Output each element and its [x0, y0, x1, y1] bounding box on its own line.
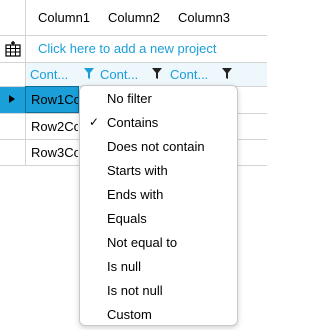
menu-item-label: Is not null — [107, 283, 163, 298]
menu-item-equals[interactable]: Equals — [80, 206, 237, 230]
column-header-3[interactable]: Column3 — [178, 10, 230, 25]
header-gutter — [0, 0, 26, 36]
row-indicator[interactable] — [0, 140, 26, 166]
column-header-2[interactable]: Column2 — [108, 10, 160, 25]
menu-item-contains[interactable]: ✓ Contains — [80, 110, 237, 134]
menu-item-not-equal-to[interactable]: Not equal to — [80, 230, 237, 254]
menu-item-is-null[interactable]: Is null — [80, 254, 237, 278]
filter-cell-3[interactable]: Cont... — [166, 63, 236, 86]
filter-cell-1-text: Cont... — [30, 67, 69, 82]
cell-text: Row2Col... — [31, 119, 78, 134]
table-add-icon — [5, 41, 21, 57]
funnel-icon[interactable] — [84, 68, 94, 80]
filter-row: Cont... Cont... Cont... — [26, 63, 267, 87]
row-indicator[interactable] — [0, 87, 26, 114]
menu-item-is-not-null[interactable]: Is not null — [80, 278, 237, 302]
filter-row-gutter — [0, 63, 26, 87]
new-row-gutter[interactable] — [0, 36, 26, 63]
row-indicator[interactable] — [0, 114, 26, 140]
column-header-1[interactable]: Column1 — [38, 10, 90, 25]
menu-item-starts-with[interactable]: Starts with — [80, 158, 237, 182]
filter-cell-3-text: Cont... — [170, 67, 209, 82]
checkmark-icon: ✓ — [89, 115, 100, 129]
funnel-icon[interactable] — [152, 68, 162, 80]
table-cell[interactable]: Row3Col... — [26, 140, 78, 165]
filter-cell-2[interactable]: Cont... — [96, 63, 166, 86]
menu-item-does-not-contain[interactable]: Does not contain — [80, 134, 237, 158]
menu-item-label: Contains — [107, 115, 159, 130]
current-row-arrow-icon — [9, 95, 15, 103]
filter-cell-1[interactable]: Cont... — [26, 63, 96, 86]
funnel-icon[interactable] — [222, 68, 232, 80]
menu-item-label: Is null — [107, 259, 141, 274]
filter-operator-menu: No filter ✓ Contains Does not contain St… — [79, 85, 238, 326]
menu-item-label: Starts with — [107, 163, 168, 178]
menu-item-no-filter[interactable]: No filter — [80, 86, 237, 110]
menu-item-ends-with[interactable]: Ends with — [80, 182, 237, 206]
cell-text: Row3Col... — [31, 145, 78, 160]
filter-cell-2-text: Cont... — [100, 67, 139, 82]
menu-item-label: Custom — [107, 307, 152, 322]
menu-item-label: No filter — [107, 91, 152, 106]
column-header-row: Column1 Column2 Column3 — [26, 0, 267, 36]
menu-item-label: Ends with — [107, 187, 164, 202]
add-new-row[interactable]: Click here to add a new project — [26, 36, 267, 63]
add-new-row-label[interactable]: Click here to add a new project — [38, 41, 216, 56]
table-cell[interactable]: Row2Col... — [26, 114, 78, 139]
table-cell[interactable]: Row1Col... — [25, 86, 79, 113]
menu-item-label: Not equal to — [107, 235, 178, 250]
menu-item-label: Equals — [107, 211, 147, 226]
cell-text: Row1Col... — [31, 92, 78, 107]
menu-item-label: Does not contain — [107, 139, 205, 154]
menu-item-custom[interactable]: Custom — [80, 302, 237, 326]
